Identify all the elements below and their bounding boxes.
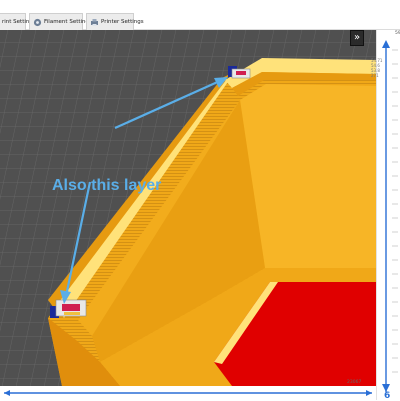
printer-icon bbox=[90, 18, 99, 27]
double-chevron-icon: » bbox=[353, 32, 361, 43]
settings-tab-bar: rint Settings Filament Settings Printer … bbox=[0, 0, 400, 30]
tab-filament-settings-label: Filament Settings bbox=[44, 19, 92, 25]
collapse-sidebar-button[interactable]: » bbox=[350, 30, 364, 46]
tab-printer-settings[interactable]: Printer Settings bbox=[86, 13, 144, 30]
move-slider-track bbox=[4, 390, 372, 396]
move-slider-value: 23067 bbox=[347, 380, 362, 385]
layer-tick-labels: 54.71 54.6 53.8 271 bbox=[371, 58, 382, 78]
layer-slider[interactable]: 54.71 54.6 53.8 271 bbox=[371, 30, 400, 400]
move-slider-thumb[interactable] bbox=[366, 390, 372, 396]
layer-slider-track bbox=[382, 40, 398, 392]
layer-slider-top-thumb[interactable] bbox=[382, 40, 390, 48]
tab-print-settings[interactable]: rint Settings bbox=[0, 13, 36, 30]
layer-tick-label: 271 bbox=[371, 73, 379, 78]
annotation-text: Also this layer bbox=[52, 177, 162, 194]
tab-filament-settings[interactable]: Filament Settings bbox=[29, 13, 92, 30]
preview-viewport[interactable]: Also this layer bbox=[0, 30, 376, 386]
move-slider[interactable] bbox=[0, 386, 376, 400]
filament-icon bbox=[33, 18, 42, 27]
layer-slider-top-value: 59 bbox=[395, 31, 400, 36]
preview-canvas bbox=[0, 30, 376, 386]
tab-printer-settings-label: Printer Settings bbox=[101, 19, 144, 25]
